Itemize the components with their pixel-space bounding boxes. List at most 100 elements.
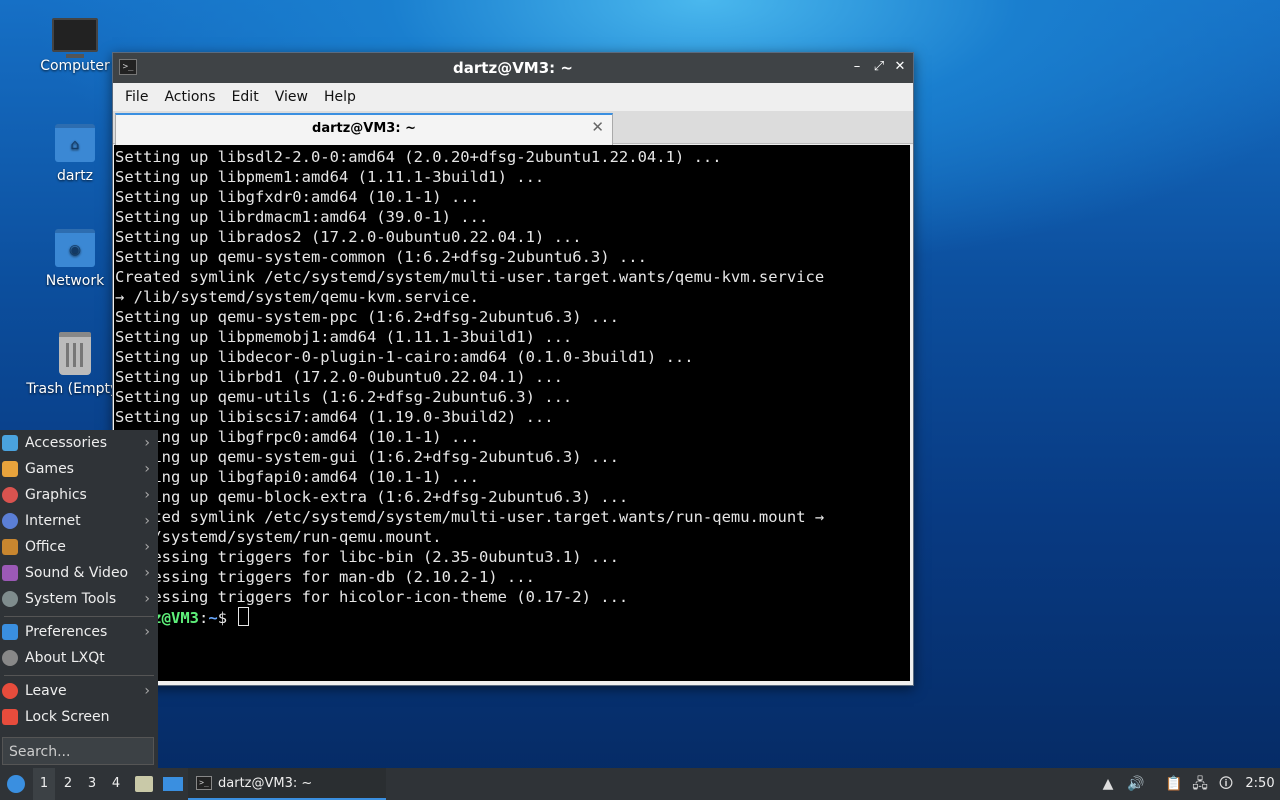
internet-icon <box>2 513 18 529</box>
terminal-line: Setting up libsdl2-2.0-0:amd64 (2.0.20+d… <box>115 148 722 166</box>
chevron-right-icon: › <box>144 461 150 477</box>
menu-item-label: About LXQt <box>25 650 105 666</box>
desktop-icon-computer[interactable]: Computer <box>25 18 125 74</box>
menu-item-graphics[interactable]: Graphics › <box>0 482 158 508</box>
graphics-icon <box>2 487 18 503</box>
terminal-line: Setting up qemu-block-extra (1:6.2+dfsg-… <box>115 488 629 506</box>
desktop-switch-4[interactable]: 4 <box>105 768 127 800</box>
desktop-switch-1[interactable]: 1 <box>33 768 55 800</box>
menu-item-label: Graphics <box>25 487 87 503</box>
chevron-right-icon: › <box>144 624 150 640</box>
terminal-line: Setting up qemu-system-ppc (1:6.2+dfsg-2… <box>115 308 619 326</box>
games-icon <box>2 461 18 477</box>
file-manager-launcher[interactable] <box>133 768 155 800</box>
tray-updates-icon[interactable]: ▲ <box>1098 768 1118 800</box>
desktop-switch-2[interactable]: 2 <box>57 768 79 800</box>
terminal-line: Processing triggers for libc-bin (2.35-0… <box>115 548 619 566</box>
tab-close-icon[interactable]: ✕ <box>591 118 604 136</box>
chevron-right-icon: › <box>144 539 150 555</box>
taskbar: 1 2 3 4 >_ dartz@VM3: ~ ▲ 🔊 📋 🖧 🛈 2:50 <box>0 768 1280 800</box>
trash-icon <box>59 332 91 375</box>
menu-actions[interactable]: Actions <box>156 83 223 111</box>
menu-search-input[interactable]: Search... <box>2 737 154 765</box>
menu-item-label: Games <box>25 461 74 477</box>
menu-item-preferences[interactable]: Preferences › <box>0 619 158 645</box>
menu-item-lock-screen[interactable]: Lock Screen <box>0 704 158 730</box>
menu-file[interactable]: File <box>117 83 156 111</box>
menu-item-label: Sound & Video <box>25 565 129 581</box>
terminal-lines: Setting up libsdl2-2.0-0:amd64 (2.0.20+d… <box>115 147 910 607</box>
window-titlebar[interactable]: >_ dartz@VM3: ~ – ⤢ ✕ <box>113 53 913 83</box>
desktop-icon-label: Computer <box>40 58 110 74</box>
terminal-line: Setting up librdmacm1:amd64 (39.0-1) ... <box>115 208 489 226</box>
clipboard-icon[interactable]: 📋 <box>1164 768 1184 800</box>
taskbar-task-terminal[interactable]: >_ dartz@VM3: ~ <box>188 768 386 800</box>
preferences-icon <box>2 624 18 640</box>
file-manager-icon <box>135 775 153 792</box>
volume-icon[interactable]: 🔊 <box>1126 768 1146 800</box>
menu-separator <box>4 675 154 676</box>
show-desktop-launcher[interactable] <box>161 768 185 800</box>
lock-icon <box>2 709 18 725</box>
desktop-icon-label: Network <box>45 273 105 289</box>
desktop-icon-network[interactable]: ◉ Network <box>25 229 125 289</box>
desktop-icon-trash[interactable]: Trash (Empty) <box>25 332 125 397</box>
terminal-line: /lib/systemd/system/run-qemu.mount. <box>115 528 442 546</box>
task-label: dartz@VM3: ~ <box>218 776 313 791</box>
show-desktop-icon <box>163 776 183 791</box>
start-menu-button[interactable] <box>4 768 28 800</box>
prompt-symbol: $ <box>217 609 237 627</box>
tab-bar: dartz@VM3: ~ ✕ <box>113 111 913 145</box>
maximize-button[interactable]: ⤢ <box>870 58 888 76</box>
chevron-right-icon: › <box>144 435 150 451</box>
menu-item-office[interactable]: Office › <box>0 534 158 560</box>
computer-icon <box>52 18 98 58</box>
menu-edit[interactable]: Edit <box>224 83 267 111</box>
terminal-line: Setting up librbd1 (17.2.0-0ubuntu0.22.0… <box>115 368 563 386</box>
network-tray-icon[interactable]: 🖧 <box>1190 768 1210 800</box>
desktop-icon-home[interactable]: ⌂ dartz <box>25 124 125 184</box>
chevron-right-icon: › <box>144 565 150 581</box>
terminal-line: Created symlink /etc/systemd/system/mult… <box>115 268 825 286</box>
clock[interactable]: 2:50 <box>1242 768 1278 800</box>
menu-item-label: Accessories <box>25 435 108 451</box>
about-icon <box>2 650 18 666</box>
chevron-right-icon: › <box>144 513 150 529</box>
terminal-line: Setting up qemu-system-gui (1:6.2+dfsg-2… <box>115 448 619 466</box>
terminal-line: Setting up qemu-system-common (1:6.2+dfs… <box>115 248 647 266</box>
terminal-tab[interactable]: dartz@VM3: ~ ✕ <box>115 113 613 145</box>
terminal-output[interactable]: Setting up libsdl2-2.0-0:amd64 (2.0.20+d… <box>114 145 910 681</box>
terminal-line: Setting up libgfxdr0:amd64 (10.1-1) ... <box>115 188 479 206</box>
network-folder-icon: ◉ <box>55 229 95 267</box>
terminal-line: Processing triggers for hicolor-icon-the… <box>115 588 629 606</box>
desktop-switch-3[interactable]: 3 <box>81 768 103 800</box>
terminal-icon: >_ <box>196 776 212 790</box>
terminal-prompt: dartz@VM3:~$ <box>115 607 910 628</box>
accessories-icon <box>2 435 18 451</box>
menu-item-internet[interactable]: Internet › <box>0 508 158 534</box>
notification-icon[interactable]: 🛈 <box>1216 768 1236 800</box>
menu-item-system-tools[interactable]: System Tools › <box>0 586 158 612</box>
menu-separator <box>4 616 154 617</box>
menu-item-label: Lock Screen <box>25 709 110 725</box>
tab-label: dartz@VM3: ~ <box>312 121 416 136</box>
menu-item-label: System Tools <box>25 591 117 607</box>
system-tools-icon <box>2 591 18 607</box>
menu-item-games[interactable]: Games › <box>0 456 158 482</box>
office-icon <box>2 539 18 555</box>
home-folder-icon: ⌂ <box>55 124 95 162</box>
menu-item-leave[interactable]: Leave › <box>0 678 158 704</box>
terminal-line: → /lib/systemd/system/qemu-kvm.service. <box>115 288 479 306</box>
menu-item-sound-video[interactable]: Sound & Video › <box>0 560 158 586</box>
terminal-line: Created symlink /etc/systemd/system/mult… <box>115 508 825 526</box>
menu-item-about-lxqt[interactable]: About LXQt <box>0 645 158 671</box>
menu-item-label: Internet <box>25 513 81 529</box>
terminal-line: Setting up libgfrpc0:amd64 (10.1-1) ... <box>115 428 479 446</box>
menu-help[interactable]: Help <box>316 83 364 111</box>
close-button[interactable]: ✕ <box>891 58 909 76</box>
lxqt-logo-icon <box>7 774 25 793</box>
menu-view[interactable]: View <box>267 83 316 111</box>
menu-item-label: Preferences <box>25 624 108 640</box>
menu-item-accessories[interactable]: Accessories › <box>0 430 158 456</box>
minimize-button[interactable]: – <box>848 58 866 76</box>
